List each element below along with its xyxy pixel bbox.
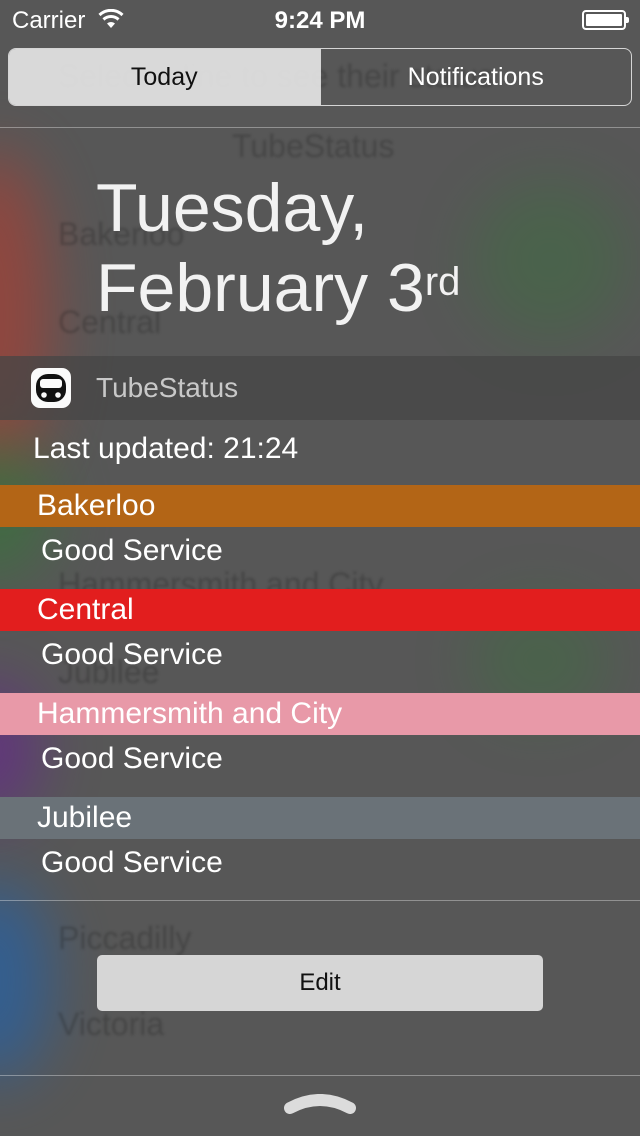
line-status-bakerloo: Good Service bbox=[41, 534, 223, 567]
divider bbox=[0, 900, 640, 901]
date-month-day: February 3rd bbox=[96, 248, 460, 328]
line-name: Central bbox=[37, 593, 134, 626]
view-segmented-control: Today Notifications bbox=[8, 48, 632, 106]
line-header-central[interactable]: Central bbox=[0, 589, 640, 631]
widget-header[interactable]: TubeStatus bbox=[0, 356, 640, 420]
line-name: Hammersmith and City bbox=[37, 697, 343, 730]
last-updated-label: Last updated: 21:24 bbox=[33, 432, 299, 465]
line-status-hammersmith-and-city: Good Service bbox=[41, 742, 223, 775]
line-status-jubilee: Good Service bbox=[41, 846, 223, 879]
line-header-bakerloo[interactable]: Bakerloo bbox=[0, 485, 640, 527]
battery-icon bbox=[582, 10, 629, 30]
clock-time: 9:24 PM bbox=[274, 7, 366, 34]
edit-button[interactable]: Edit bbox=[97, 955, 543, 1011]
date-heading: Tuesday, February 3rd bbox=[96, 168, 460, 328]
line-header-hammersmith-and-city[interactable]: Hammersmith and City bbox=[0, 693, 640, 735]
widget-app-name: TubeStatus bbox=[96, 372, 239, 403]
line-name: Jubilee bbox=[37, 801, 133, 834]
status-bar: Carrier 9:24 PM bbox=[0, 0, 640, 40]
tab-notifications[interactable]: Notifications bbox=[319, 49, 632, 105]
line-name: Bakerloo bbox=[37, 489, 156, 522]
divider bbox=[0, 1075, 640, 1076]
line-header-jubilee[interactable]: Jubilee bbox=[0, 797, 640, 839]
tab-today[interactable]: Today bbox=[9, 49, 320, 105]
date-weekday: Tuesday, bbox=[96, 170, 369, 246]
date-ordinal-suffix: rd bbox=[424, 260, 461, 304]
divider bbox=[0, 127, 640, 128]
chevron-up-icon[interactable] bbox=[282, 1094, 358, 1121]
date-day: February 3 bbox=[96, 250, 425, 326]
tube-train-icon bbox=[31, 368, 71, 408]
line-status-central: Good Service bbox=[41, 638, 223, 671]
